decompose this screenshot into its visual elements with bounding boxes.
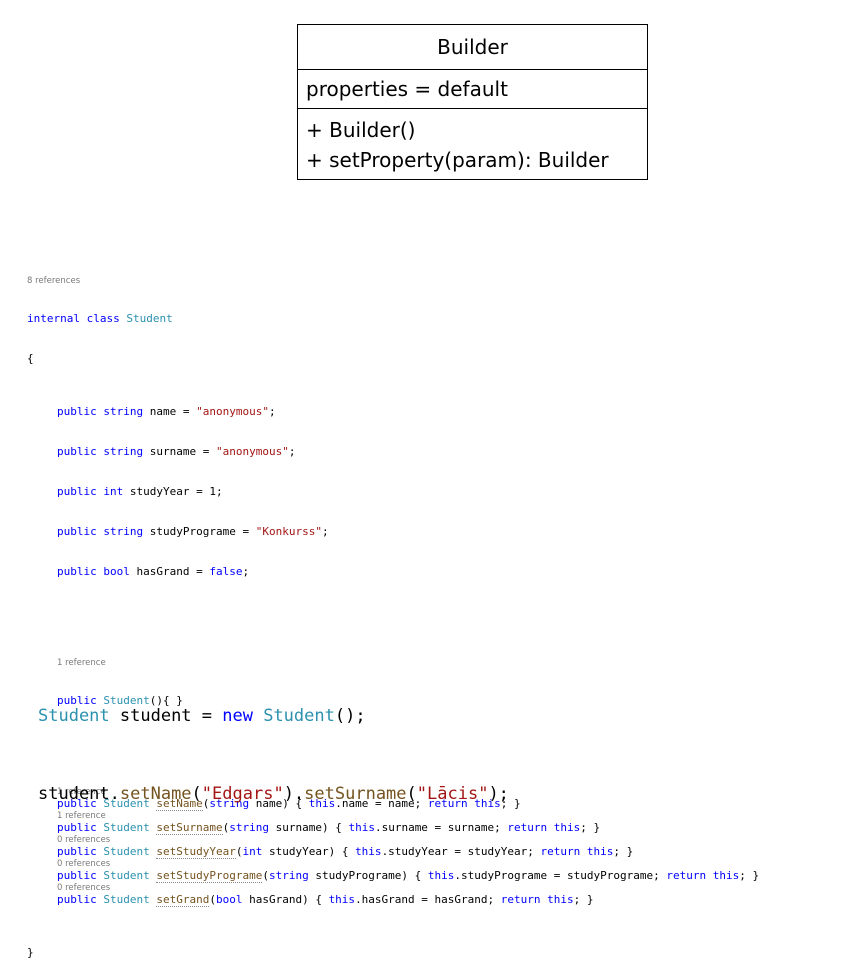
keyword: string — [103, 405, 144, 418]
field-line: public bool hasGrand = false; — [27, 565, 847, 579]
code-text: .hasGrand = hasGrand; — [355, 893, 501, 906]
keyword: public — [57, 845, 97, 858]
code-text: .studyPrograme = studyPrograme; — [454, 869, 667, 882]
code-text: ( — [235, 845, 243, 858]
code-text: hasGrand = — [129, 565, 210, 578]
keyword: internal — [27, 312, 80, 325]
reference-count: 0 references — [57, 883, 111, 893]
keyword: return — [540, 845, 581, 858]
code-text: ); — [488, 784, 509, 804]
method-name: setStudyPrograme — [156, 869, 263, 883]
reference-count: 0 references — [57, 835, 111, 845]
code-text: ; — [288, 445, 296, 458]
code-text: studyPrograme) { — [308, 869, 428, 882]
keyword: public — [57, 445, 97, 458]
field-line: public string name = "anonymous"; — [27, 405, 847, 419]
method-name: setStudyYear — [156, 845, 236, 859]
code-text: ( — [406, 784, 417, 804]
keyword: public — [57, 893, 97, 906]
uml-operations: + Builder() + setProperty(param): Builde… — [298, 109, 647, 175]
field-line: public string studyPrograme = "Konkurss"… — [27, 525, 847, 539]
method-line: public Student setStudyPrograme(string s… — [27, 869, 847, 883]
method-line: public Student setGrand(bool hasGrand) {… — [27, 893, 847, 907]
keyword: public — [57, 869, 97, 882]
keyword: string — [103, 445, 144, 458]
keyword: public — [57, 525, 97, 538]
type-name: Student — [252, 706, 335, 726]
uml-attribute: properties = default — [298, 70, 647, 109]
keyword: public — [57, 405, 97, 418]
uml-operation: + setProperty(param): Builder — [306, 148, 609, 172]
type-name: Student — [38, 706, 110, 726]
code-text: studyPrograme = — [143, 525, 256, 538]
string-literal: "Konkurss" — [255, 525, 322, 538]
brace: { — [27, 352, 34, 365]
keyword: int — [103, 485, 124, 498]
field-line: public int studyYear = 1; — [27, 485, 847, 499]
type-name: Student — [103, 845, 150, 858]
method-name: setName — [119, 784, 192, 804]
keyword: public — [57, 485, 97, 498]
type-name: Student — [126, 312, 173, 325]
method-name: setSurname — [304, 784, 407, 804]
code-text: student = — [109, 706, 223, 726]
brace: } — [27, 946, 34, 959]
usage-line-2: student.setName("Edgars").setSurname("Lā… — [38, 781, 838, 807]
code-text: studyYear = 1; — [123, 485, 223, 498]
code-block: 8 references internal class Student { pu… — [27, 250, 847, 973]
string-literal: "anonymous" — [215, 445, 289, 458]
field-line: public string surname = "anonymous"; — [27, 445, 847, 459]
code-text: .studyYear = studyYear; — [381, 845, 541, 858]
code-text: ; } — [739, 869, 760, 882]
reference-count: 0 references — [57, 859, 111, 869]
method-name: setGrand — [156, 893, 210, 907]
keyword: return — [666, 869, 707, 882]
keyword: this — [547, 893, 574, 906]
uml-class-box: Builder properties = default + Builder()… — [297, 24, 648, 180]
code-text: ; — [268, 405, 276, 418]
keyword: new — [222, 706, 253, 726]
keyword: string — [268, 869, 309, 882]
keyword: int — [242, 845, 263, 858]
usage-code: Student student = new Student(); student… — [38, 651, 838, 833]
code-text: ( — [262, 869, 269, 882]
code-text: student. — [38, 784, 120, 804]
code-text: ; } — [613, 845, 634, 858]
method-line: public Student setStudyYear(int studyYea… — [27, 845, 847, 859]
code-text: studyYear) { — [262, 845, 356, 858]
keyword: this — [355, 845, 382, 858]
code-text: ; } — [573, 893, 594, 906]
usage-line-1: Student student = new Student(); — [38, 703, 838, 729]
code-text: ( — [191, 784, 202, 804]
uml-class-name: Builder — [298, 25, 647, 70]
code-text: surname = — [143, 445, 216, 458]
keyword: bool — [103, 565, 130, 578]
code-text: ). — [283, 784, 305, 804]
keyword: this — [328, 893, 356, 906]
string-literal: "Edgars" — [201, 784, 284, 804]
string-literal: "anonymous" — [196, 405, 269, 418]
keyword: this — [586, 845, 614, 858]
code-text: (); — [334, 706, 366, 726]
code-text: ; — [242, 565, 250, 578]
reference-count: 8 references — [27, 276, 81, 286]
keyword: public — [57, 565, 97, 578]
type-name: Student — [103, 869, 150, 882]
uml-operation: + Builder() — [306, 118, 416, 142]
keyword: this — [427, 869, 455, 882]
keyword: false — [209, 565, 243, 578]
type-name: Student — [103, 893, 150, 906]
code-text: name = — [143, 405, 197, 418]
keyword: this — [712, 869, 740, 882]
keyword: bool — [215, 893, 243, 906]
code-text: ( — [209, 893, 216, 906]
class-declaration: internal class Student — [27, 312, 847, 326]
string-literal: "Lācis" — [416, 784, 489, 804]
keyword: class — [86, 312, 120, 325]
code-text: ; — [321, 525, 329, 538]
keyword: string — [103, 525, 144, 538]
code-text: hasGrand) { — [242, 893, 329, 906]
keyword: return — [500, 893, 541, 906]
